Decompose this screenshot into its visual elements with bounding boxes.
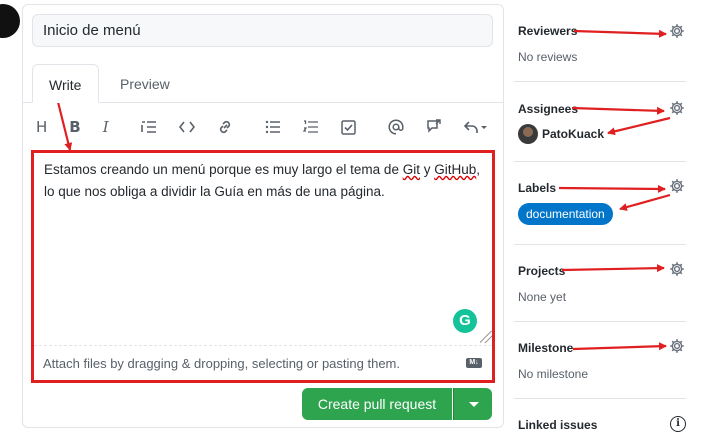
projects-gear-icon[interactable] (669, 261, 685, 277)
assignee-name: PatoKuack (542, 127, 605, 141)
reviewers-section: Reviewers No reviews (518, 24, 688, 64)
sidebar-divider (514, 321, 686, 322)
reviewers-value: No reviews (518, 50, 578, 64)
markdown-toolbar: H B I (36, 114, 510, 140)
saved-reply-icon[interactable] (463, 120, 488, 134)
bulleted-list-icon[interactable] (265, 120, 281, 134)
reviewers-title: Reviewers (518, 24, 578, 38)
cross-reference-icon[interactable] (426, 119, 442, 135)
markdown-icon[interactable]: M↓ (466, 358, 482, 368)
link-icon[interactable] (217, 119, 233, 135)
bold-icon[interactable]: B (69, 118, 80, 136)
mention-icon[interactable] (388, 119, 404, 135)
avatar (518, 124, 538, 144)
projects-value: None yet (518, 290, 567, 304)
tab-write[interactable]: Write (32, 64, 99, 103)
numbered-list-icon[interactable] (302, 120, 319, 134)
resize-handle-icon[interactable] (480, 331, 492, 343)
file-attachment-bar[interactable]: Attach files by dragging & dropping, sel… (34, 345, 492, 380)
create-pull-request-button[interactable]: Create pull request (302, 388, 452, 420)
sidebar-divider (514, 398, 686, 399)
title-input[interactable]: Inicio de menú (32, 14, 493, 47)
quote-icon[interactable] (140, 120, 157, 134)
linked-issues-section: Linked issues (518, 418, 688, 432)
sidebar-divider (514, 161, 686, 162)
assignee-item[interactable]: PatoKuack (518, 124, 688, 144)
author-avatar (0, 4, 20, 38)
code-icon[interactable] (178, 121, 195, 133)
assignees-title: Assignees (518, 102, 579, 116)
sidebar-divider (514, 244, 686, 245)
milestone-section: Milestone No milestone (518, 341, 688, 381)
italic-icon[interactable]: I (103, 118, 109, 136)
reviewers-gear-icon[interactable] (669, 23, 685, 39)
sidebar-divider (514, 81, 686, 82)
milestone-value: No milestone (518, 367, 589, 381)
task-list-icon[interactable] (340, 119, 356, 135)
milestone-title: Milestone (518, 341, 574, 355)
info-icon[interactable]: i (670, 416, 686, 432)
assignees-section: Assignees PatoKuack (518, 102, 688, 144)
projects-title: Projects (518, 264, 566, 278)
labels-gear-icon[interactable] (669, 178, 685, 194)
projects-section: Projects None yet (518, 264, 688, 304)
comment-body-text: Estamos creando un menú porque es muy la… (44, 162, 481, 199)
labels-section: Labels documentation (518, 181, 688, 225)
linked-issues-title: Linked issues (518, 418, 598, 432)
assignees-gear-icon[interactable] (669, 100, 685, 116)
tab-preview[interactable]: Preview (104, 64, 186, 103)
create-options-dropdown[interactable] (453, 388, 492, 420)
label-documentation[interactable]: documentation (518, 203, 613, 225)
milestone-gear-icon[interactable] (669, 338, 685, 354)
labels-title: Labels (518, 181, 557, 195)
grammarly-icon[interactable]: G (453, 309, 477, 333)
comment-body-textarea[interactable]: Estamos creando un menú porque es muy la… (31, 150, 495, 383)
chevron-down-icon (469, 402, 479, 407)
heading-icon[interactable]: H (36, 118, 47, 136)
